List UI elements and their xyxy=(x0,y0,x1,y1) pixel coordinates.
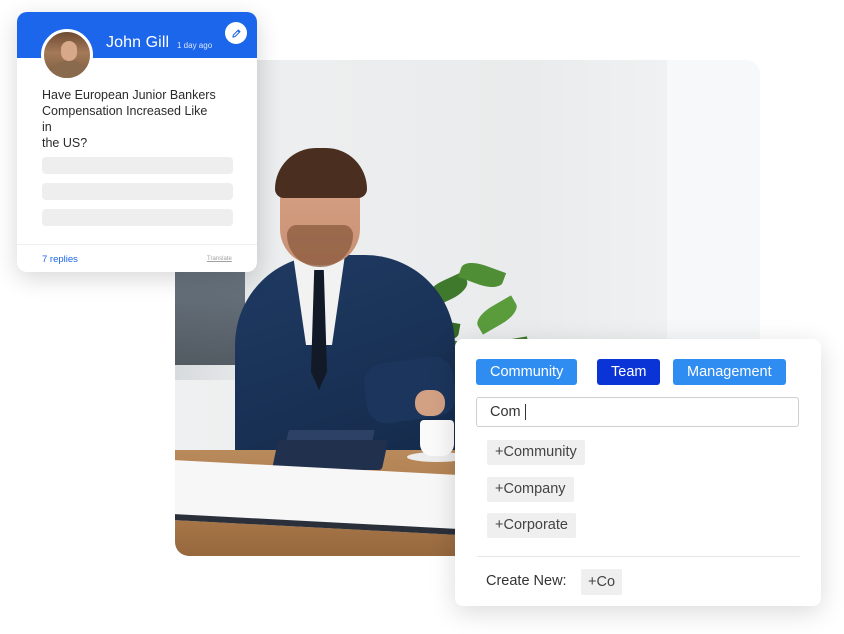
text-caret xyxy=(525,404,526,420)
tag-chip-community[interactable]: Community xyxy=(476,359,578,385)
avatar-face xyxy=(61,41,77,61)
tag-chip-team[interactable]: Team xyxy=(597,359,661,385)
create-new-tag[interactable]: +Co xyxy=(581,569,623,595)
post-question: Have European Junior Bankers Compensatio… xyxy=(42,88,216,150)
post-footer: 7 replies Translate xyxy=(17,244,257,272)
skeleton-line xyxy=(42,209,233,226)
replies-link[interactable]: 7 replies xyxy=(42,254,78,265)
post-card: John Gill 1 day ago Have European Junior… xyxy=(17,12,257,272)
skeleton-line xyxy=(42,157,233,174)
create-new-label: Create New: xyxy=(486,573,567,589)
person-hair xyxy=(275,148,367,198)
pencil-icon xyxy=(231,29,240,38)
post-time: 1 day ago xyxy=(177,41,213,50)
skeleton-line xyxy=(42,183,233,200)
suggestion-community[interactable]: +Community xyxy=(487,440,585,465)
edit-button[interactable] xyxy=(225,22,247,44)
person-hand xyxy=(415,390,445,416)
suggestion-company[interactable]: +Company xyxy=(487,477,574,502)
divider xyxy=(477,556,800,557)
author-name[interactable]: John Gill xyxy=(106,34,169,52)
tag-picker-card: Community Team Management +Community +Co… xyxy=(455,339,821,606)
plant-leaf xyxy=(472,295,522,335)
avatar-suit xyxy=(51,61,87,78)
avatar[interactable] xyxy=(41,29,93,81)
tag-chip-management[interactable]: Management xyxy=(673,359,786,385)
suggestion-corporate[interactable]: +Corporate xyxy=(487,513,576,538)
translate-link[interactable]: Translate xyxy=(207,256,232,262)
coffee-cup xyxy=(420,420,454,456)
